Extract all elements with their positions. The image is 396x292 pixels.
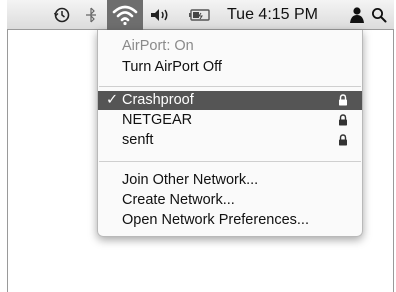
open-network-preferences-label: Open Network Preferences... (122, 212, 309, 228)
network-name: Crashproof (122, 92, 194, 108)
create-network-item[interactable]: Create Network... (98, 191, 362, 210)
time-machine-icon[interactable] (50, 0, 74, 29)
join-other-network-label: Join Other Network... (122, 172, 259, 188)
airport-dropdown-menu: AirPort: On Turn AirPort Off ✓ Crashproo… (97, 30, 363, 237)
user-icon[interactable] (347, 0, 367, 29)
create-network-label: Create Network... (122, 192, 235, 208)
volume-icon[interactable] (146, 0, 174, 29)
network-name: NETGEAR (122, 112, 193, 128)
spotlight-search-icon[interactable] (369, 0, 389, 29)
menu-bar: Tue 4:15 PM (7, 0, 394, 30)
open-network-preferences-item[interactable]: Open Network Preferences... (98, 211, 362, 230)
menu-separator (99, 161, 361, 162)
airport-status-item: AirPort: On (98, 37, 362, 56)
network-item-senft[interactable]: senft (98, 131, 362, 150)
wifi-menu-button[interactable] (107, 0, 143, 30)
lock-icon (339, 94, 347, 106)
lock-icon (339, 114, 347, 126)
lock-icon (339, 134, 347, 146)
turn-airport-off-label: Turn AirPort Off (122, 59, 222, 75)
turn-airport-off-item[interactable]: Turn AirPort Off (98, 58, 362, 77)
wifi-icon (112, 5, 138, 26)
menu-separator (99, 86, 361, 87)
join-other-network-item[interactable]: Join Other Network... (98, 171, 362, 190)
network-item-crashproof[interactable]: ✓ Crashproof (98, 91, 362, 110)
network-item-netgear[interactable]: NETGEAR (98, 111, 362, 130)
battery-icon[interactable] (185, 0, 215, 29)
airport-status-label: AirPort: On (122, 38, 194, 54)
bluetooth-icon[interactable] (80, 0, 102, 29)
network-name: senft (122, 132, 154, 148)
checkmark-icon: ✓ (106, 92, 119, 108)
menubar-clock[interactable]: Tue 4:15 PM (227, 0, 318, 29)
